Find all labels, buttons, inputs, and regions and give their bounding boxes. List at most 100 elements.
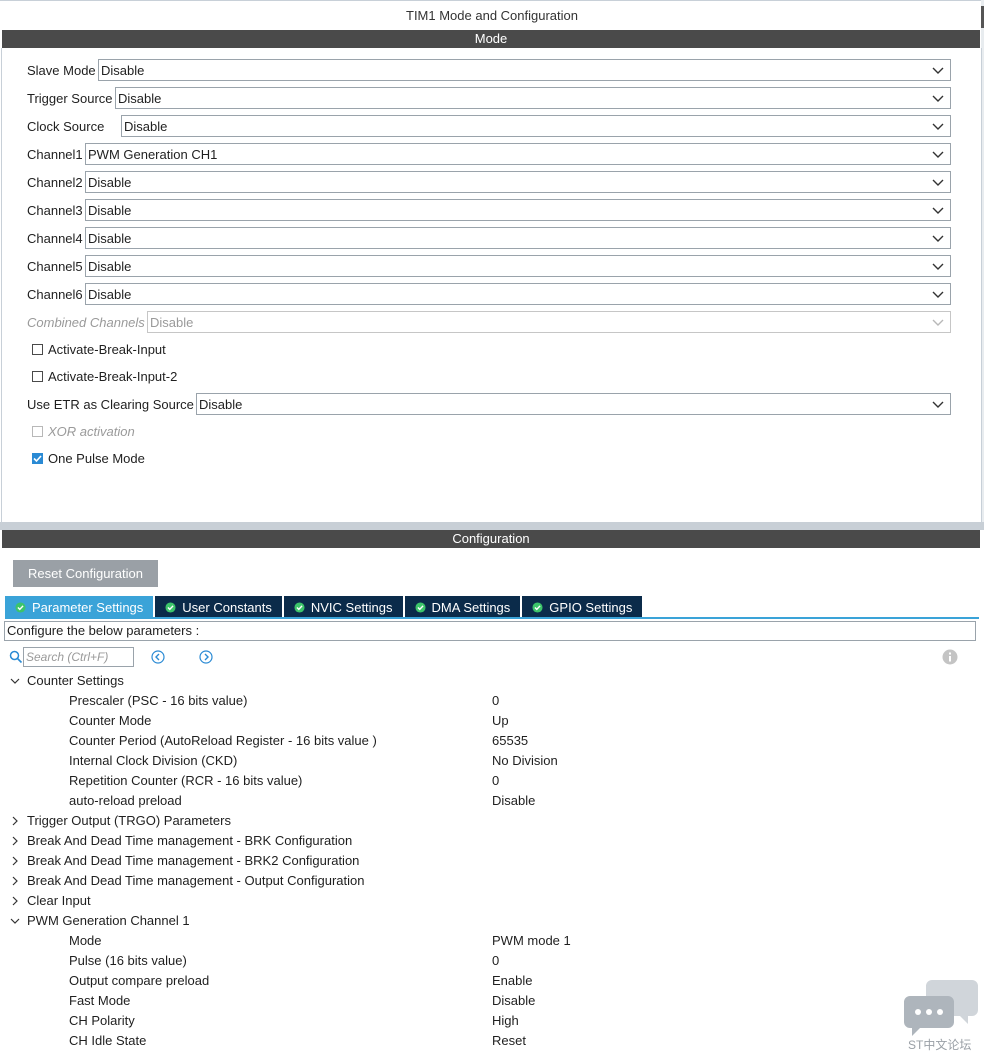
tree-group-label[interactable]: Break And Dead Time management - BRK Con… bbox=[27, 831, 352, 851]
search-icon[interactable] bbox=[9, 650, 23, 664]
chevron-right-icon[interactable] bbox=[10, 831, 20, 851]
trigger-source-label: Trigger Source bbox=[27, 90, 113, 106]
combined-channels-value: Disable bbox=[150, 314, 194, 330]
parameter-value[interactable]: Up bbox=[492, 711, 509, 731]
parameter-label: Internal Clock Division (CKD) bbox=[69, 753, 238, 768]
parameter-value[interactable]: Disable bbox=[492, 791, 535, 811]
tab-user-constants[interactable]: User Constants bbox=[155, 596, 282, 618]
xor-activation-row[interactable]: XOR activation bbox=[32, 422, 135, 440]
info-icon[interactable] bbox=[942, 649, 958, 665]
combined-channels-select[interactable]: Disable bbox=[147, 311, 951, 333]
tab-dma-settings[interactable]: DMA Settings bbox=[404, 596, 521, 618]
activate-break-input-2-row[interactable]: Activate-Break-Input-2 bbox=[32, 367, 177, 385]
tab-gpio-settings[interactable]: GPIO Settings bbox=[522, 596, 643, 618]
parameter-label: Counter Mode bbox=[69, 713, 152, 728]
channel1-value: PWM Generation CH1 bbox=[88, 146, 218, 162]
channel6-select[interactable]: Disable bbox=[85, 283, 951, 305]
parameter-label: Output compare preload bbox=[69, 973, 210, 988]
channel1-row: Channel1 bbox=[27, 143, 83, 165]
tree-group-label[interactable]: Trigger Output (TRGO) Parameters bbox=[27, 811, 231, 831]
channel4-select[interactable]: Disable bbox=[85, 227, 951, 249]
trigger-source-select[interactable]: Disable bbox=[115, 87, 951, 109]
chevron-down-icon bbox=[932, 95, 944, 102]
chevron-down-icon bbox=[932, 179, 944, 186]
chevron-down-icon bbox=[932, 67, 944, 74]
tree-group-label[interactable]: Counter Settings bbox=[27, 671, 124, 691]
parameter-label: Repetition Counter (RCR - 16 bits value) bbox=[69, 773, 303, 788]
parameter-value[interactable]: Reset bbox=[492, 1031, 526, 1051]
etr-label: Use ETR as Clearing Source bbox=[27, 396, 194, 412]
tab-label: DMA Settings bbox=[431, 599, 511, 615]
parameter-value[interactable]: Enable bbox=[492, 971, 532, 991]
tree-group-label[interactable]: Break And Dead Time management - BRK2 Co… bbox=[27, 851, 359, 871]
tree-group-label[interactable]: Break And Dead Time management - Output … bbox=[27, 871, 364, 891]
chevron-right-icon[interactable] bbox=[10, 851, 20, 871]
channel3-row: Channel3 bbox=[27, 199, 83, 221]
channel4-value: Disable bbox=[88, 230, 132, 246]
previous-match-icon[interactable] bbox=[151, 650, 165, 664]
channel1-select[interactable]: PWM Generation CH1 bbox=[85, 143, 951, 165]
parameter-value[interactable]: High bbox=[492, 1011, 519, 1031]
mode-section-header: Mode bbox=[2, 30, 980, 48]
chevron-down-icon[interactable] bbox=[10, 911, 20, 931]
activate-break-input-row[interactable]: Activate-Break-Input bbox=[32, 340, 166, 358]
tree-group-label[interactable]: Clear Input bbox=[27, 891, 91, 911]
chevron-down-icon[interactable] bbox=[10, 671, 20, 691]
check-circle-icon bbox=[294, 601, 305, 613]
reset-configuration-button[interactable]: Reset Configuration bbox=[13, 560, 158, 587]
channel4-row: Channel4 bbox=[27, 227, 83, 249]
channel2-value: Disable bbox=[88, 174, 132, 190]
one-pulse-mode-checkbox[interactable] bbox=[32, 452, 43, 464]
parameter-value[interactable]: Disable bbox=[492, 991, 535, 1011]
clock-source-value: Disable bbox=[124, 118, 168, 134]
channel2-select[interactable]: Disable bbox=[85, 171, 951, 193]
tree-group-label[interactable]: PWM Generation Channel 1 bbox=[27, 911, 190, 931]
activate-break-input-checkbox[interactable] bbox=[32, 343, 43, 355]
tab-label: NVIC Settings bbox=[310, 599, 393, 615]
check-circle-icon bbox=[532, 601, 543, 613]
check-circle-icon bbox=[165, 601, 176, 613]
channel5-label: Channel5 bbox=[27, 258, 83, 274]
channel5-select[interactable]: Disable bbox=[85, 255, 951, 277]
chevron-right-icon[interactable] bbox=[10, 811, 20, 831]
parameter-label: auto-reload preload bbox=[69, 793, 182, 808]
activate-break-input-2-checkbox[interactable] bbox=[32, 370, 43, 382]
chevron-right-icon[interactable] bbox=[10, 891, 20, 911]
clock-source-select[interactable]: Disable bbox=[121, 115, 951, 137]
parameter-value[interactable]: 0 bbox=[492, 951, 499, 971]
channel1-label: Channel1 bbox=[27, 146, 83, 162]
window-title: TIM1 Mode and Configuration bbox=[0, 0, 984, 31]
channel3-select[interactable]: Disable bbox=[85, 199, 951, 221]
channel3-value: Disable bbox=[88, 202, 132, 218]
tab-nvic-settings[interactable]: NVIC Settings bbox=[283, 596, 403, 618]
search-input[interactable]: Search (Ctrl+F) bbox=[23, 647, 134, 667]
tab-label: GPIO Settings bbox=[549, 599, 633, 615]
combined-channels-label: Combined Channels bbox=[27, 314, 145, 330]
parameter-label: Fast Mode bbox=[69, 993, 131, 1008]
parameter-value[interactable]: 0 bbox=[492, 691, 499, 711]
channel6-row: Channel6 bbox=[27, 283, 83, 305]
tab-parameter-settings[interactable]: Parameter Settings bbox=[5, 596, 154, 618]
next-match-icon[interactable] bbox=[199, 650, 213, 664]
one-pulse-mode-row[interactable]: One Pulse Mode bbox=[32, 449, 145, 467]
chevron-right-icon[interactable] bbox=[10, 871, 20, 891]
channel2-label: Channel2 bbox=[27, 174, 83, 190]
xor-activation-checkbox[interactable] bbox=[32, 425, 43, 437]
xor-activation-label: XOR activation bbox=[48, 423, 135, 439]
clock-source-label: Clock Source bbox=[27, 118, 105, 134]
chevron-down-icon bbox=[932, 319, 944, 326]
chevron-down-icon bbox=[932, 291, 944, 298]
etr-row: Use ETR as Clearing Source bbox=[27, 393, 194, 415]
parameter-value[interactable]: 65535 bbox=[492, 731, 528, 751]
parameter-value[interactable]: No Division bbox=[492, 751, 558, 771]
chevron-down-icon bbox=[932, 263, 944, 270]
etr-select[interactable]: Disable bbox=[196, 393, 951, 415]
tab-label: User Constants bbox=[182, 599, 272, 615]
slave-mode-select[interactable]: Disable bbox=[98, 59, 951, 81]
section-splitter[interactable] bbox=[0, 522, 984, 530]
watermark-text: ST中文论坛 bbox=[908, 1038, 972, 1052]
parameter-value[interactable]: PWM mode 1 bbox=[492, 931, 571, 951]
activate-break-input-2-label: Activate-Break-Input-2 bbox=[48, 368, 178, 384]
parameter-value[interactable]: 0 bbox=[492, 771, 499, 791]
channel6-label: Channel6 bbox=[27, 286, 83, 302]
